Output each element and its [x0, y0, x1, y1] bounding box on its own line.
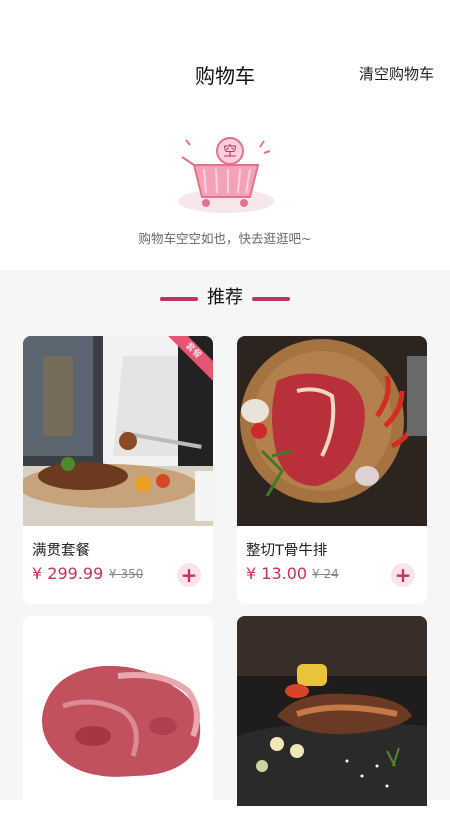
- product-card[interactable]: [237, 616, 427, 816]
- recommend-header: 推荐: [0, 286, 450, 310]
- package-badge: 套餐: [167, 336, 213, 382]
- product-card[interactable]: [23, 616, 213, 816]
- title-line-right: [252, 297, 290, 301]
- product-name: 整切T骨牛排: [246, 543, 328, 559]
- product-image-grilled-steak: [237, 616, 427, 806]
- product-card[interactable]: 整切T骨牛排 ¥ 13.00 ¥ 24 +: [237, 336, 427, 604]
- product-price: ¥ 13.00: [246, 564, 308, 583]
- empty-cart-section: 空 购物车空空如也，快去逛逛吧~: [0, 110, 450, 270]
- badge-corner: 套餐: [167, 336, 213, 382]
- recommend-section: 推荐 套餐 满贯套餐 ¥ 299.99 ¥ 350 + 整切T骨牛排 ¥ 13.…: [0, 270, 450, 816]
- empty-cart-message: 购物车空空如也，快去逛逛吧~: [138, 231, 312, 246]
- illustration-char: 空: [223, 144, 237, 160]
- title-line-left: [160, 297, 198, 301]
- add-to-cart-button[interactable]: +: [177, 563, 201, 587]
- product-card[interactable]: 套餐 满贯套餐 ¥ 299.99 ¥ 350 +: [23, 336, 213, 604]
- product-image-t-bone: [237, 336, 427, 526]
- recommend-title: 推荐: [207, 287, 243, 308]
- add-to-cart-button[interactable]: +: [391, 563, 415, 587]
- product-name: 满贯套餐: [32, 543, 90, 559]
- app-header: 购物车 清空购物车: [0, 0, 450, 110]
- empty-cart-illustration: 空: [178, 137, 274, 213]
- product-image-raw-beef: [23, 616, 213, 806]
- product-old-price: ¥ 24: [312, 567, 339, 581]
- product-old-price: ¥ 350: [109, 567, 144, 581]
- product-price: ¥ 299.99: [32, 564, 104, 583]
- clear-cart-button[interactable]: 清空购物车: [359, 63, 434, 84]
